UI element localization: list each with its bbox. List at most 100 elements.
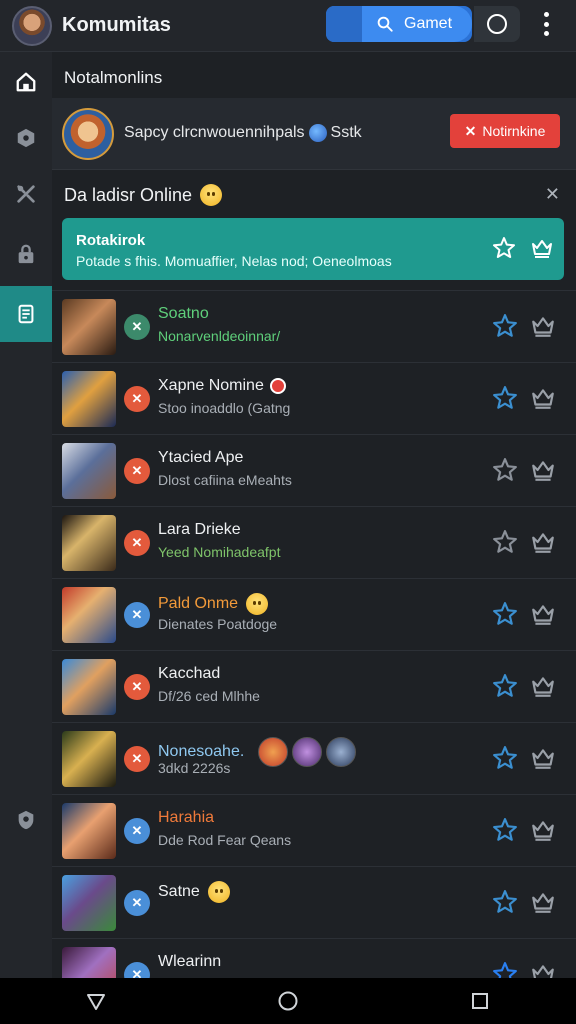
friend-status-text: Nonarvenldeoinnar/ [158,328,281,344]
crown-icon[interactable] [530,385,556,411]
pinned-online-card[interactable]: Rotakirok Potade s fhis. Momuaffier, Nel… [62,218,564,280]
document-icon [18,304,34,324]
notification-action-label: Notirnkine [482,123,546,139]
friend-avatar [62,371,116,427]
search-button[interactable]: Gamet [326,6,472,42]
sidebar-item-hexagon[interactable] [0,110,52,166]
status-toggle-button[interactable] [474,6,520,42]
star-icon[interactable] [492,817,518,843]
friend-avatar [62,443,116,499]
alert-badge-icon [269,378,286,394]
back-triangle-icon[interactable] [84,989,108,1013]
star-icon[interactable] [492,236,516,260]
friend-name-text: Kacchad [158,665,221,682]
lock-icon [18,244,34,264]
status-indicator-icon: ✕ [124,530,150,556]
friend-name-text: Lara Drieke [158,521,241,538]
notification-message-before: Sapcy clrcnwouennihpals [124,124,305,142]
star-icon[interactable] [492,601,518,627]
sidebar-item-shield[interactable] [0,792,52,848]
star-icon[interactable] [492,745,518,771]
sidebar [0,52,52,978]
friend-status-text: Dde Rod Fear Qeans [158,832,292,848]
sidebar-item-tools[interactable] [0,166,52,222]
home-circle-icon[interactable] [276,989,300,1013]
friend-avatar [62,875,116,931]
friend-name: Satne [158,881,230,903]
crown-icon[interactable] [530,529,556,555]
friend-row[interactable]: ✕ Soatno Nonarvenldeoinnar/ [52,290,576,362]
friend-name-text: Pald Onme [158,595,239,612]
status-indicator-icon: ✕ [124,818,150,844]
search-field[interactable]: Gamet [362,6,472,42]
crown-icon[interactable] [530,601,556,627]
friend-name: Ytacied Ape [158,449,243,467]
friend-row[interactable]: ✕ Kacchad Df/26 ced Mlhhe [52,650,576,722]
friend-name: Kacchad [158,665,220,683]
circle-icon [487,14,507,34]
friend-avatar [62,659,116,715]
pinned-title: Rotakirok [76,232,146,249]
friend-avatar [62,803,116,859]
crown-icon[interactable] [530,817,556,843]
friend-row[interactable]: ✕ Harahia Dde Rod Fear Qeans [52,794,576,866]
smiley-icon [200,184,223,206]
friend-row[interactable]: ✕ Satne [52,866,576,938]
crown-icon[interactable] [530,889,556,915]
friend-row[interactable]: ✕ Ytacied Ape Dlost cafiina eMeahts [52,434,576,506]
notifications-title: Notalmonlins [64,68,163,87]
friend-avatar [62,587,116,643]
smiley-icon [207,881,230,903]
friend-avatar [62,731,116,787]
crown-icon[interactable] [530,457,556,483]
star-icon[interactable] [492,673,518,699]
notification-action-button[interactable]: ✕ Notirnkine [450,114,560,148]
friend-row[interactable]: ✕ Lara Drieke Yeed Nomihadeafpt [52,506,576,578]
star-icon[interactable] [492,457,518,483]
shield-icon [18,810,34,830]
crown-icon[interactable] [530,313,556,339]
sidebar-item-lock[interactable] [0,226,52,282]
group-avatars [254,737,357,767]
more-options-icon[interactable] [536,12,556,36]
friend-name-text: Satne [158,883,200,900]
crown-icon[interactable] [530,673,556,699]
friend-name: Lara Drieke [158,521,241,539]
tools-icon [17,185,35,203]
notification-card[interactable]: Sapcy clrcnwouennihpals Sstk ✕ Notirnkine [52,98,576,170]
friend-avatar [62,515,116,571]
friend-avatar [62,299,116,355]
friend-row[interactable]: ✕ Pald Onme Dienates Poatdoge [52,578,576,650]
globe-icon [308,124,327,143]
main-panel: Notalmonlins Sapcy clrcnwouennihpals Sstk… [52,52,576,1003]
close-section-icon[interactable]: ✕ [545,184,560,205]
mini-avatar [292,737,323,767]
crown-icon[interactable] [530,745,556,771]
sidebar-item-home[interactable] [0,54,52,110]
star-icon[interactable] [492,529,518,555]
status-indicator-icon: ✕ [124,890,150,916]
friend-name-text: Xapne Nomine [158,377,264,394]
star-icon[interactable] [492,385,518,411]
notification-avatar [62,107,114,160]
friend-name: Soatno [158,305,209,323]
friend-row[interactable]: ✕ Xapne Nomine Stoo inoaddlo (Gatng [52,362,576,434]
search-toggle[interactable] [326,6,362,42]
star-icon[interactable] [492,889,518,915]
crown-icon[interactable] [530,236,554,260]
app-title: Komumitas [62,14,171,36]
notification-message-after: Sstk [330,124,362,142]
notification-message: Sapcy clrcnwouennihpals Sstk [124,124,362,143]
user-avatar[interactable] [12,5,52,46]
friend-status-text: Df/26 ced Mlhhe [158,688,260,704]
status-indicator-icon: ✕ [124,746,150,772]
friend-row[interactable]: ✕ Nonesoahe. 3dkd 2226s [52,722,576,794]
recents-square-icon[interactable] [468,989,492,1013]
sidebar-item-documents[interactable] [0,286,52,342]
status-indicator-icon: ✕ [124,386,150,412]
star-icon[interactable] [492,313,518,339]
status-indicator-icon: ✕ [124,458,150,484]
system-nav-bar [0,978,576,1024]
friend-status-text: Dienates Poatdoge [158,616,278,632]
online-section-header: Da ladisr Online [64,184,223,206]
